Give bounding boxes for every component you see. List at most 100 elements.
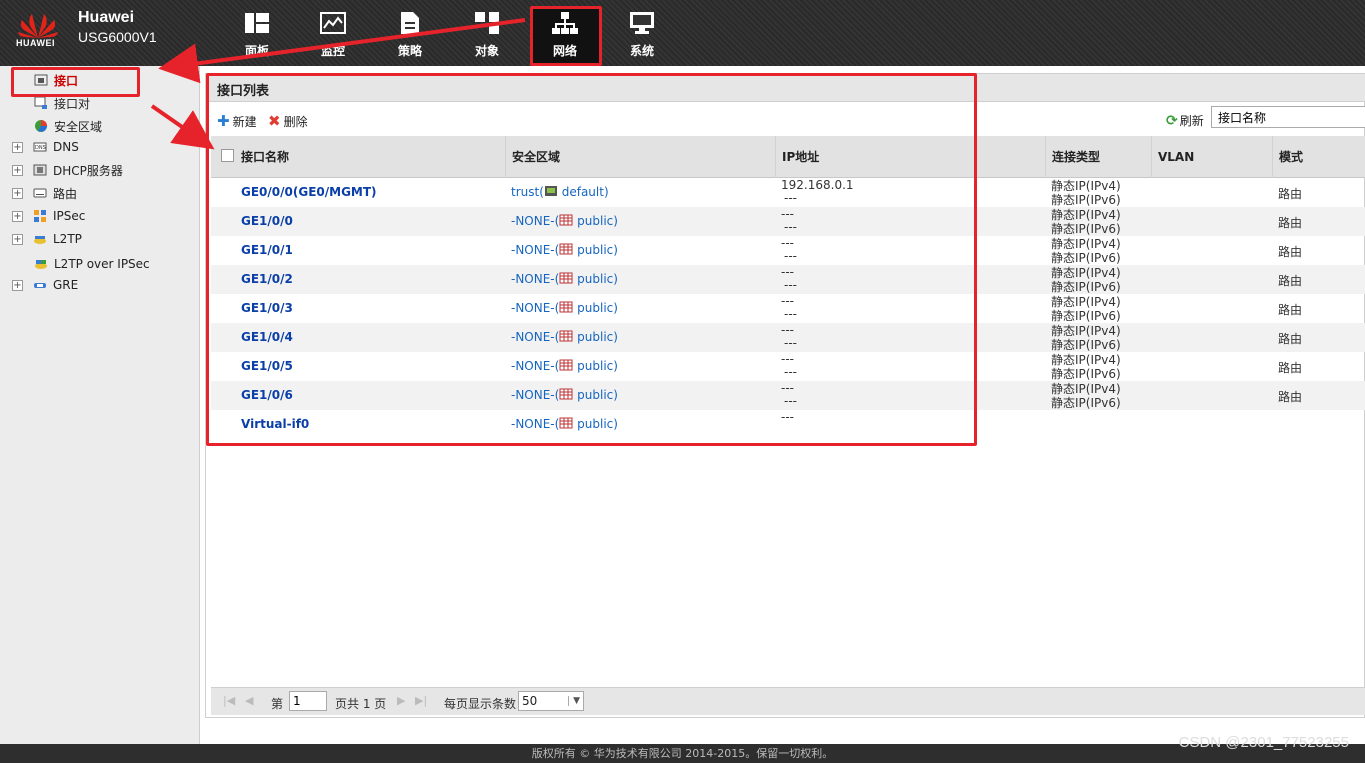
mode-cell: 路由 (1278, 245, 1303, 259)
sidebar-item-ipsec[interactable]: + IPSec (12, 206, 85, 226)
monitor-icon (298, 8, 368, 38)
connection-type-ipv6: 静态IP(IPv6) (1051, 222, 1121, 236)
mode-cell: 路由 (1278, 187, 1303, 201)
per-page-label: 每页显示条数 (444, 697, 517, 711)
annotation-box-network-tab (530, 6, 602, 66)
brand-title: Huawei USG6000V1 (78, 9, 157, 45)
nav-policy[interactable]: 策略 (375, 8, 445, 64)
sidebar-item-label: IPSec (53, 209, 86, 223)
nav-object[interactable]: 对象 (452, 8, 522, 64)
mode-cell: 路由 (1278, 274, 1303, 288)
column-header-connection-type[interactable]: 连接类型 (1045, 136, 1151, 178)
nav-policy-label: 策略 (397, 44, 422, 58)
expand-icon[interactable]: + (12, 233, 23, 245)
sidebar-item-label: GRE (53, 278, 79, 292)
l2tp-ipsec-icon (34, 257, 48, 271)
expand-icon[interactable]: + (12, 210, 23, 222)
object-icon (452, 8, 522, 38)
system-icon (607, 8, 677, 38)
connection-type-cell: 静态IP(IPv4) 静态IP(IPv6) (1051, 324, 1121, 352)
expand-icon[interactable]: + (12, 164, 23, 176)
nav-system-label: 系统 (629, 44, 654, 58)
sidebar-item-label: 接口对 (54, 96, 91, 111)
policy-icon (375, 8, 445, 38)
nav-dashboard[interactable]: 面板 (222, 8, 292, 64)
connection-type-cell: 静态IP(IPv4) 静态IP(IPv6) (1051, 353, 1121, 381)
sidebar-item-label: DHCP服务器 (53, 163, 123, 178)
nav-monitor-label: 监控 (320, 44, 345, 58)
gre-icon (33, 278, 47, 292)
connection-type-cell: 静态IP(IPv4) 静态IP(IPv6) (1051, 179, 1121, 207)
connection-type-ipv6: 静态IP(IPv6) (1051, 251, 1121, 265)
watermark: CSDN @2301_77523255 (1178, 734, 1349, 751)
next-page-icon[interactable]: ▶ (397, 694, 405, 707)
interface-name-search-input[interactable] (1211, 106, 1365, 128)
connection-type-ipv6: 静态IP(IPv6) (1051, 193, 1121, 207)
sidebar-item-label: L2TP over IPSec (54, 257, 150, 271)
page-label: 第 (271, 697, 284, 711)
column-header-mode[interactable]: 模式 (1272, 136, 1362, 178)
sidebar-item-gre[interactable]: + GRE (12, 275, 78, 295)
connection-type-ipv6: 静态IP(IPv6) (1051, 338, 1121, 352)
prev-page-icon[interactable]: ◀ (245, 694, 253, 707)
mode-cell: 路由 (1278, 303, 1303, 317)
connection-type-cell: 静态IP(IPv4) 静态IP(IPv6) (1051, 382, 1121, 410)
page-number-input[interactable] (289, 691, 327, 711)
device-model: USG6000V1 (78, 29, 157, 45)
sidebar: 接口 接口对 安全区域 + DNS DNS + DHCP服务器 + 路由 + I… (0, 66, 200, 744)
sidebar-item-label: 路由 (53, 186, 78, 201)
mode-cell: 路由 (1278, 216, 1303, 230)
nav-object-label: 对象 (474, 44, 499, 58)
first-page-icon[interactable]: |◀ (223, 694, 235, 707)
connection-type-ipv4: 静态IP(IPv4) (1051, 295, 1121, 309)
column-header-vlan[interactable]: VLAN (1151, 136, 1272, 178)
sidebar-item-dns[interactable]: + DNS DNS (12, 137, 79, 157)
sidebar-item-l2tp[interactable]: + L2TP (12, 229, 82, 249)
mode-cell: 路由 (1278, 332, 1303, 346)
connection-type-ipv6: 静态IP(IPv6) (1051, 396, 1121, 410)
dhcp-icon (33, 163, 47, 177)
refresh-icon: ⟳ (1166, 112, 1178, 129)
connection-type-ipv4: 静态IP(IPv4) (1051, 179, 1121, 193)
nav-monitor[interactable]: 监控 (298, 8, 368, 64)
expand-icon[interactable]: + (12, 141, 23, 153)
connection-type-ipv4: 静态IP(IPv4) (1051, 266, 1121, 280)
sidebar-item-route[interactable]: + 路由 (12, 183, 77, 203)
connection-type-ipv6: 静态IP(IPv6) (1051, 309, 1121, 323)
pager: |◀ ◀ 第 页共 1 页 ▶ ▶| 每页显示条数 50 ▼ (211, 687, 1365, 715)
svg-text:DNS: DNS (35, 145, 46, 151)
connection-type-ipv4: 静态IP(IPv4) (1051, 237, 1121, 251)
nav-dashboard-label: 面板 (244, 44, 269, 58)
refresh-button[interactable]: ⟳ 刷新 (1166, 112, 1204, 129)
annotation-box-interface-table (206, 73, 977, 446)
sidebar-item-security-zone[interactable]: 安全区域 (34, 116, 102, 136)
footer: 版权所有 © 华为技术有限公司 2014-2015。保留一切权利。 (0, 744, 1365, 763)
copyright-text: 版权所有 © 华为技术有限公司 2014-2015。保留一切权利。 (531, 747, 834, 760)
interface-pair-icon (34, 96, 48, 110)
sidebar-item-label: DNS (53, 140, 79, 154)
expand-icon[interactable]: + (12, 279, 23, 291)
sidebar-item-dhcp[interactable]: + DHCP服务器 (12, 160, 123, 180)
last-page-icon[interactable]: ▶| (415, 694, 427, 707)
sidebar-item-l2tp-over-ipsec[interactable]: L2TP over IPSec (34, 254, 150, 274)
mode-cell: 路由 (1278, 361, 1303, 375)
ipsec-icon (33, 209, 47, 223)
logo-text: HUAWEI (16, 38, 55, 48)
l2tp-icon (33, 232, 47, 246)
sidebar-item-label: 安全区域 (54, 119, 103, 134)
connection-type-ipv4: 静态IP(IPv4) (1051, 382, 1121, 396)
annotation-box-interface-item (11, 67, 140, 97)
nav-system[interactable]: 系统 (607, 8, 677, 64)
connection-type-ipv4: 静态IP(IPv4) (1051, 324, 1121, 338)
connection-type-cell: 静态IP(IPv4) 静态IP(IPv6) (1051, 266, 1121, 294)
connection-type-cell: 静态IP(IPv4) 静态IP(IPv6) (1051, 295, 1121, 323)
brand-name: Huawei (78, 9, 135, 26)
route-icon (33, 186, 47, 200)
dashboard-icon (222, 8, 292, 38)
connection-type-ipv4: 静态IP(IPv4) (1051, 353, 1121, 367)
per-page-select[interactable]: 50 ▼ (518, 691, 584, 711)
connection-type-cell: 静态IP(IPv4) 静态IP(IPv6) (1051, 237, 1121, 265)
refresh-label: 刷新 (1179, 114, 1204, 128)
connection-type-ipv6: 静态IP(IPv6) (1051, 367, 1121, 381)
expand-icon[interactable]: + (12, 187, 23, 199)
